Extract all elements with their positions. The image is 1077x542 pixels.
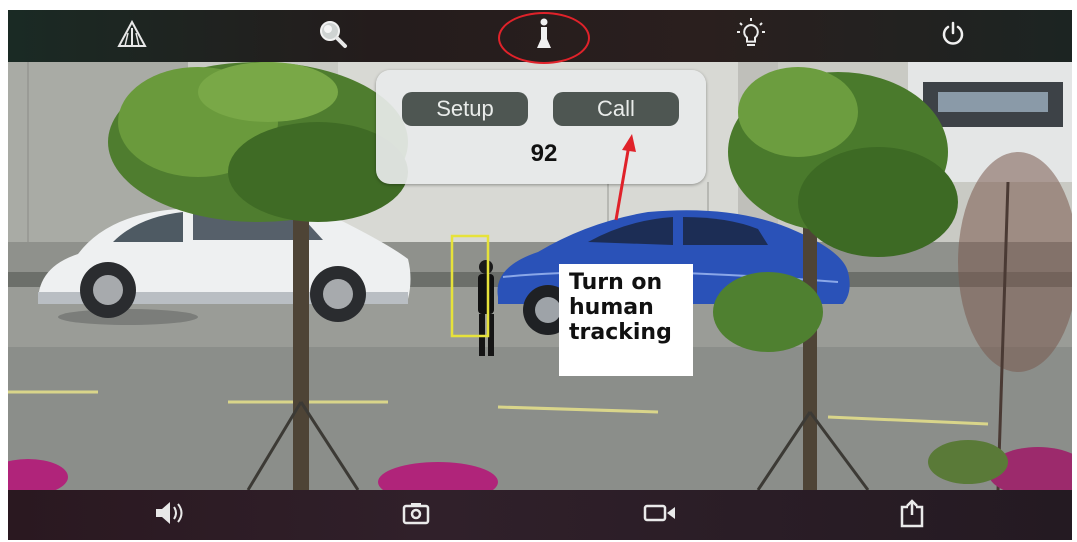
audio-button[interactable] [140, 490, 200, 540]
light-button[interactable] [721, 10, 781, 62]
callout-box: Turn on human tracking [559, 264, 693, 376]
light-bulb-icon [734, 17, 768, 56]
camera-snapshot-icon [402, 501, 430, 530]
speaker-icon [153, 499, 187, 532]
power-button[interactable] [923, 10, 983, 62]
ptz-preset-popup: Setup Call 92 [376, 70, 706, 184]
zoom-icon [317, 18, 349, 55]
callout-text: Turn on human tracking [569, 270, 672, 345]
call-button[interactable]: Call [553, 92, 679, 126]
setup-button[interactable]: Setup [402, 92, 528, 126]
top-toolbar [8, 10, 1072, 62]
human-tracking-icon [532, 17, 556, 56]
human-tracking-button[interactable] [514, 10, 574, 62]
preset-number: 92 [530, 140, 558, 167]
camera-view-frame: Setup Call 92 Turn on human tracking [8, 10, 1072, 540]
record-button[interactable] [630, 490, 690, 540]
zoom-button[interactable] [303, 10, 363, 62]
video-record-icon [643, 502, 677, 529]
share-button[interactable] [882, 490, 942, 540]
bottom-toolbar [8, 490, 1072, 540]
snapshot-button[interactable] [386, 490, 446, 540]
power-icon [939, 20, 967, 53]
alarm-icon [117, 19, 147, 54]
share-icon [898, 498, 926, 533]
alarm-button[interactable] [102, 10, 162, 62]
